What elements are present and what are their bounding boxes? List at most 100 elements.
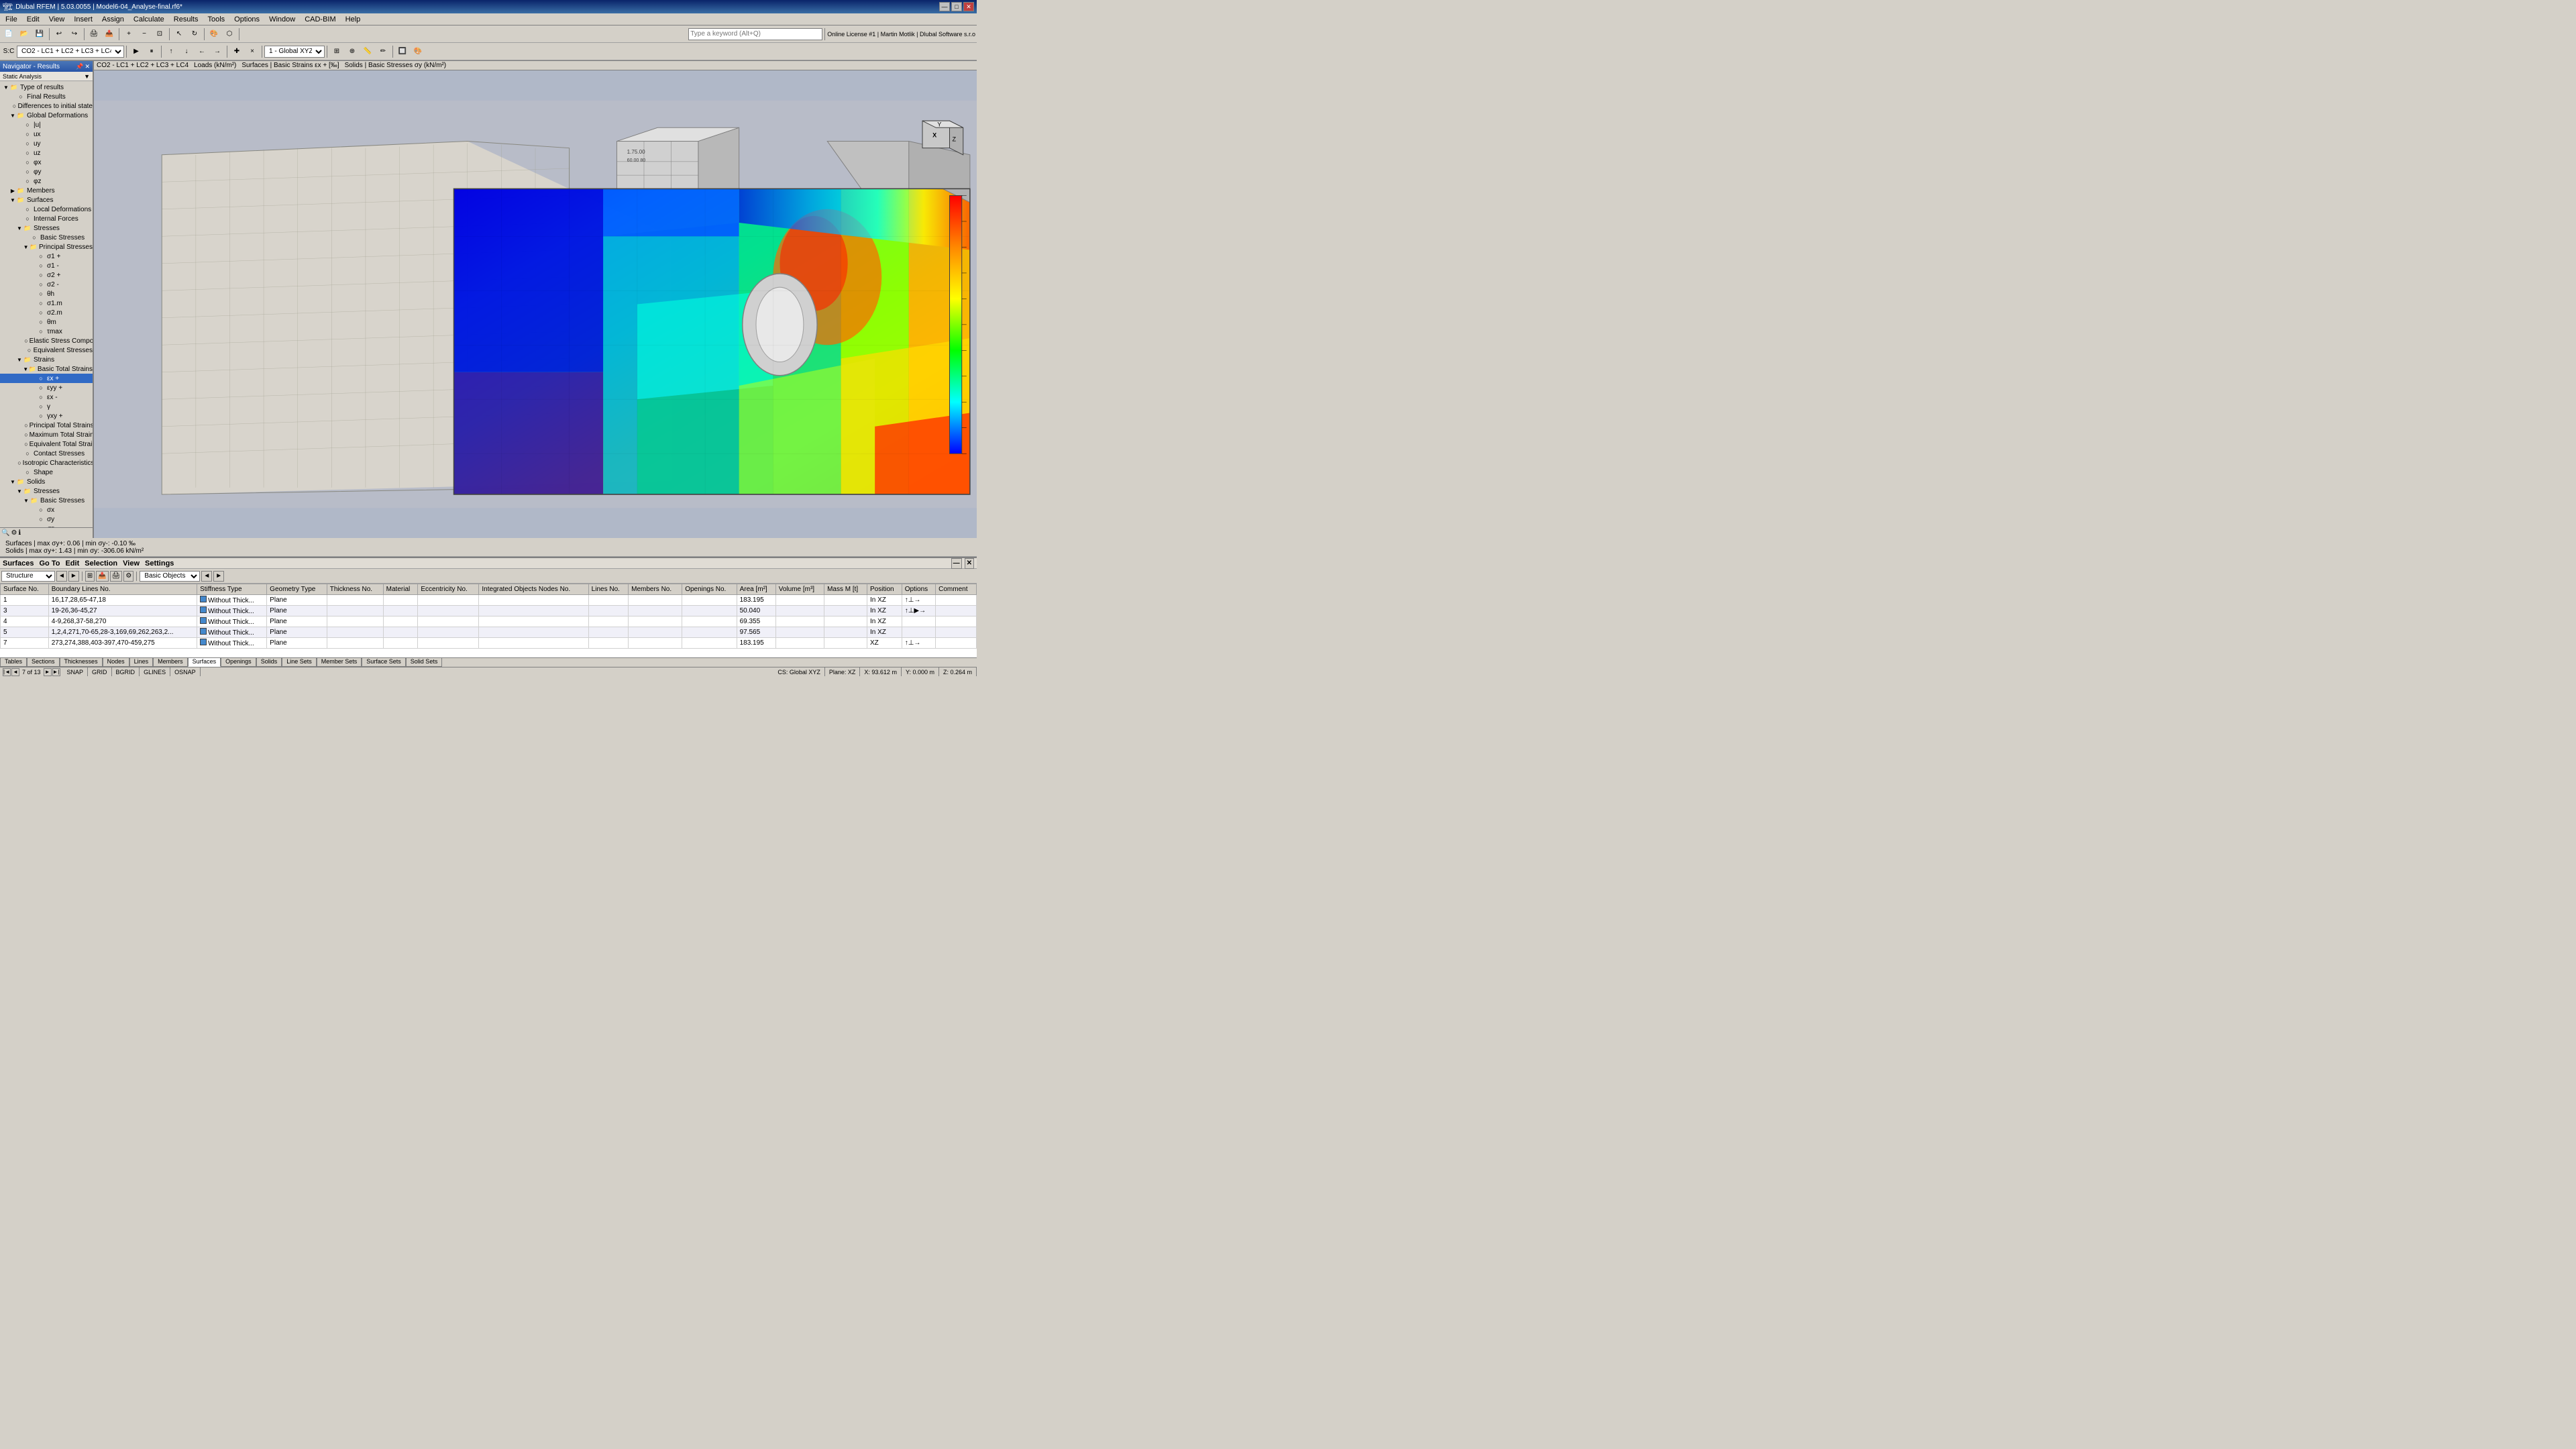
tree-node-37[interactable]: ○Maximum Total Strains [0,430,93,439]
menu-item-assign[interactable]: Assign [98,15,128,24]
tree-node-25[interactable]: ○θm [0,317,93,327]
osnap-segment[interactable]: OSNAP [170,667,201,676]
tree-node-28[interactable]: ○Equivalent Stresses [0,345,93,355]
tree-expand-11[interactable]: ▶ [9,188,16,194]
tree-node-44[interactable]: ▼📁Basic Stresses [0,496,93,505]
tb2-btn-5[interactable]: ↑ [164,44,178,59]
wireframe-button[interactable]: ⬡ [222,27,237,42]
tree-node-17[interactable]: ▼📁Principal Stresses [0,242,93,252]
tree-node-5[interactable]: ○ux [0,129,93,139]
tree-node-22[interactable]: ○θh [0,289,93,299]
tab-solids[interactable]: Solids [256,657,282,667]
close-button[interactable]: ✕ [963,2,974,11]
tree-node-18[interactable]: ○σ1 + [0,252,93,261]
menu-item-cad-bim[interactable]: CAD-BIM [301,15,339,24]
tree-node-20[interactable]: ○σ2 + [0,270,93,280]
view-combo[interactable]: 1 - Global XYZ [264,46,325,58]
zoom-out-button[interactable]: − [137,27,152,42]
nav-close-icon[interactable]: ✕ [85,63,90,70]
tree-node-9[interactable]: ○φy [0,167,93,176]
menu-item-edit[interactable]: Edit [23,15,44,24]
tree-node-39[interactable]: ○Contact Stresses [0,449,93,458]
surfaces-goto[interactable]: Go To [39,559,60,568]
tab-tables[interactable]: Tables [0,657,27,667]
tree-expand-30[interactable]: ▼ [23,366,28,372]
tree-node-31[interactable]: ○εx + [0,374,93,383]
tb2-btn-3[interactable]: ▶ [129,44,144,59]
menu-item-results[interactable]: Results [170,15,203,24]
snap-segment[interactable]: SNAP [63,667,89,676]
table-row[interactable]: 7273,274,388,403-397,470-459,275Without … [1,638,977,649]
menu-item-help[interactable]: Help [341,15,365,24]
tree-node-35[interactable]: ○γxy + [0,411,93,421]
tree-node-36[interactable]: ○Principal Total Strains [0,421,93,430]
tree-node-40[interactable]: ○Isotropic Characteristics [0,458,93,468]
tree-node-42[interactable]: ▼📁Solids [0,477,93,486]
tree-node-45[interactable]: ○σx [0,505,93,515]
tab-solid-sets[interactable]: Solid Sets [406,657,443,667]
tb-print2-btn[interactable]: 🖨 [110,571,123,582]
tab-sections[interactable]: Sections [27,657,60,667]
tb-filter-btn[interactable]: ⊞ [85,571,95,582]
tree-node-27[interactable]: ○Elastic Stress Components [0,336,93,345]
tb2-measure-btn[interactable]: 📏 [360,44,375,59]
menu-item-tools[interactable]: Tools [203,15,229,24]
tree-node-23[interactable]: ○σ1.m [0,299,93,308]
tree-expand-0[interactable]: ▼ [3,85,9,91]
next-page-btn[interactable]: ► [44,668,52,676]
surfaces-settings[interactable]: Settings [145,559,174,568]
tree-expand-15[interactable]: ▼ [16,225,23,231]
tb-export2-btn[interactable]: 📤 [96,571,108,582]
tab-nodes[interactable]: Nodes [103,657,129,667]
tree-node-41[interactable]: ○Shape [0,468,93,477]
tree-node-46[interactable]: ○σy [0,515,93,524]
tree-node-6[interactable]: ○uy [0,139,93,148]
tree-node-8[interactable]: ○φx [0,158,93,167]
zoom-fit-button[interactable]: ⊡ [152,27,167,42]
menu-item-view[interactable]: View [45,15,69,24]
tab-members[interactable]: Members [153,657,188,667]
surfaces-edit[interactable]: Edit [65,559,79,568]
maximize-button[interactable]: □ [951,2,962,11]
last-page-btn[interactable]: ►| [52,668,60,676]
tree-node-29[interactable]: ▼📁Strains [0,355,93,364]
tb-next-btn[interactable]: ► [68,571,79,582]
tree-node-38[interactable]: ○Equivalent Total Strains [0,439,93,449]
tb2-btn-7[interactable]: ← [195,44,209,59]
tree-node-11[interactable]: ▶📁Members [0,186,93,195]
tree-node-7[interactable]: ○uz [0,148,93,158]
grid-segment[interactable]: GRID [88,667,112,676]
open-button[interactable]: 📂 [17,27,32,42]
tb2-btn-10[interactable]: × [245,44,260,59]
nav-zoom-icon[interactable]: 🔍 [1,529,9,537]
tb2-btn-9[interactable]: ✚ [229,44,244,59]
glines-segment[interactable]: GLINES [140,667,170,676]
tree-node-24[interactable]: ○σ2.m [0,308,93,317]
tb2-btn-4[interactable]: ⏸ [144,44,159,59]
tb2-btn-1[interactable]: S:C [1,44,16,59]
surfaces-view[interactable]: View [123,559,140,568]
rotate-button[interactable]: ↻ [187,27,202,42]
print-button[interactable]: 🖨 [87,27,101,42]
select-button[interactable]: ↖ [172,27,186,42]
co-combo[interactable]: CO2 - LC1 + LC2 + LC3 + LC4 [17,46,124,58]
viewport-canvas[interactable]: 1.75.00 60.00 80 [94,70,977,538]
surfaces-close-btn2[interactable]: ✕ [965,558,974,569]
new-button[interactable]: 📄 [1,27,16,42]
tree-node-14[interactable]: ○Internal Forces [0,214,93,223]
tab-line-sets[interactable]: Line Sets [282,657,317,667]
first-page-btn[interactable]: |◄ [3,668,11,676]
tree-node-32[interactable]: ○εyy + [0,383,93,392]
zoom-in-button[interactable]: + [121,27,136,42]
tree-node-34[interactable]: ○γ [0,402,93,411]
tb2-btn-8[interactable]: → [210,44,225,59]
tab-surfaces[interactable]: Surfaces [188,657,221,667]
nav-pin-icon[interactable]: 📌 [76,63,83,70]
surfaces-close-btn[interactable]: — [951,558,962,569]
menu-item-options[interactable]: Options [230,15,264,24]
basic-objects-combo[interactable]: Basic Objects [140,571,200,582]
tree-node-43[interactable]: ▼📁Stresses [0,486,93,496]
tree-node-1[interactable]: ○Final Results [0,92,93,101]
tree-expand-44[interactable]: ▼ [23,498,30,504]
surfaces-selection[interactable]: Selection [85,559,117,568]
